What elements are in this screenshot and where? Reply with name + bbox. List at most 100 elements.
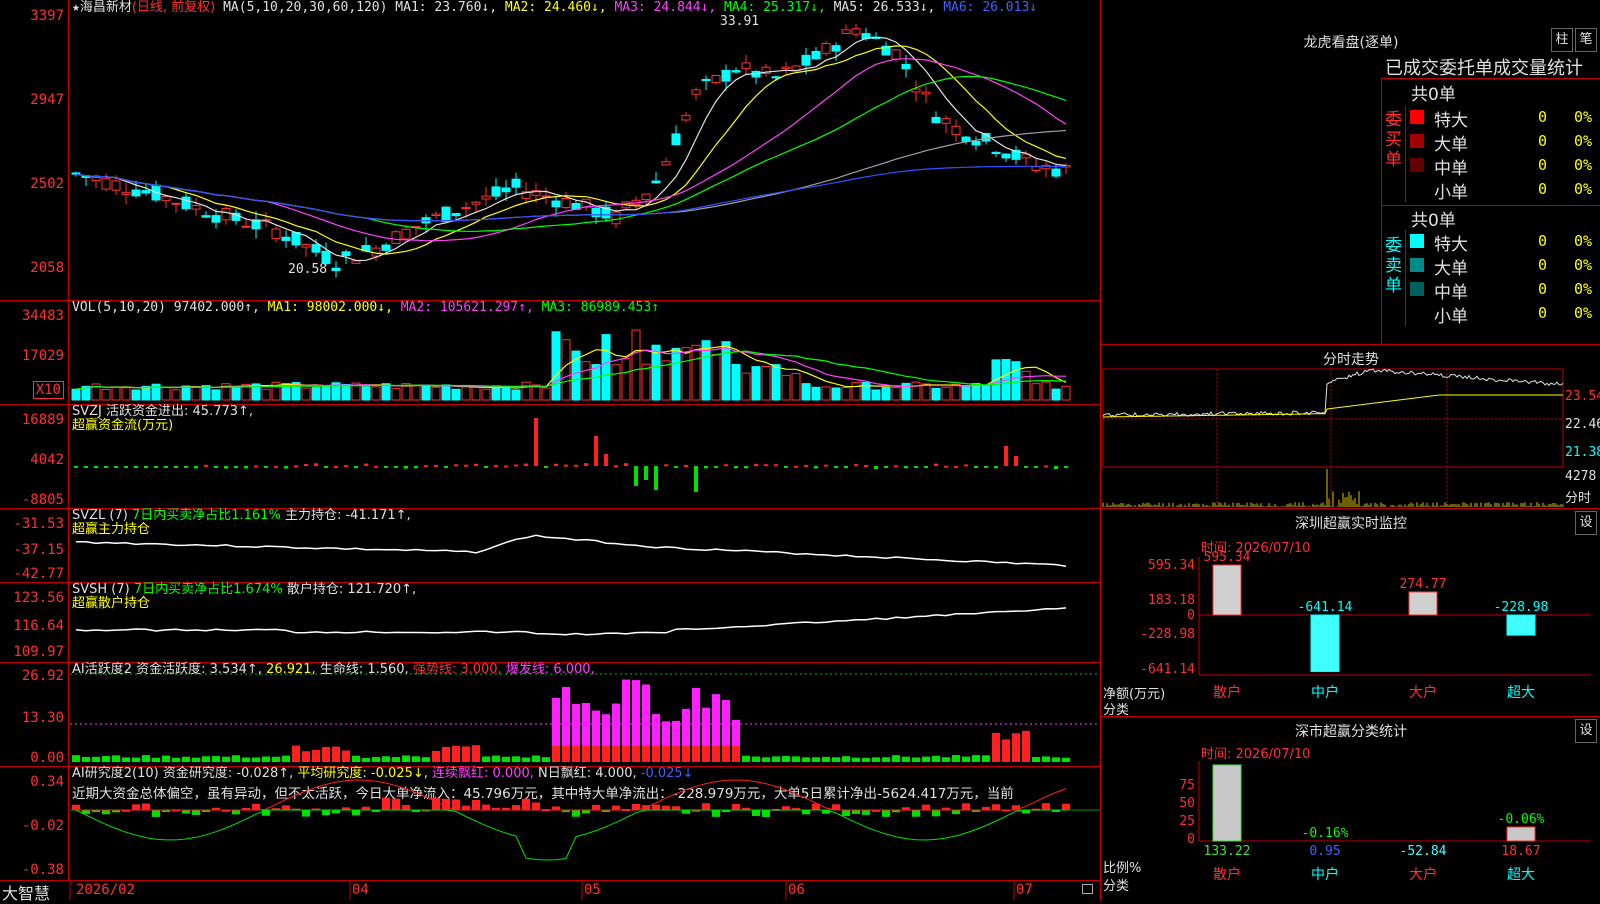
ai-activity-panel[interactable]: 26.92 13.30 0.00 AI活跃度2 资金活跃度: 3.534↑, 2…: [0, 662, 1100, 767]
volume-bar: [381, 383, 391, 401]
sell-row-name: 大单: [1434, 259, 1468, 279]
volume-bar: [811, 386, 821, 401]
volume-bar: [851, 382, 861, 401]
monitor-bar-label: -641.14: [1298, 600, 1353, 615]
volume-bar: [541, 387, 551, 401]
tick-mode-button[interactable]: 笔: [1575, 28, 1597, 52]
buy-row-count: 0: [1538, 132, 1548, 150]
candle-body: [201, 215, 211, 218]
monitor-category: 散户: [1213, 684, 1241, 701]
flow-bar: [434, 465, 438, 468]
activity-bar: [192, 757, 200, 762]
classify-panel[interactable]: 深市超赢分类统计 设 时间: 2026/07/10 比例% 分类 75 50 25 0…: [1100, 716, 1600, 901]
candle-body: [101, 178, 111, 190]
bar-mode-button[interactable]: 柱: [1551, 28, 1573, 52]
svzj-panel[interactable]: 16889 4042 -8805 SVZJ 活跃资金进出: 45.773↑, 超…: [0, 404, 1100, 509]
candle-body: [241, 225, 251, 228]
flow-bar: [524, 463, 528, 466]
flow-bar: [444, 466, 448, 468]
flow-bar: [474, 463, 478, 466]
kline-chart[interactable]: [0, 0, 1100, 300]
flow-bar: [124, 466, 128, 468]
activity-bar: [272, 756, 280, 762]
activity-bar: [782, 755, 790, 762]
volume-bar: [661, 360, 671, 401]
flow-bar: [774, 464, 778, 467]
research-bar: [482, 804, 490, 810]
flow-bar: [704, 466, 708, 469]
classify-pct-label: -0.16%: [1302, 826, 1349, 841]
activity-bar: [442, 746, 450, 762]
flow-bar: [194, 466, 198, 469]
activity-bar: [292, 745, 300, 762]
flow-bar: [454, 464, 458, 467]
classify-chart[interactable]: 75 50 25 0 133.22 散户 -0.16% 0.95 中户 -52.84 大户 -0.06…: [1101, 717, 1600, 901]
volume-bar: [361, 386, 371, 401]
research-bar: [392, 798, 400, 810]
volume-chart[interactable]: [0, 300, 1100, 404]
intraday-panel[interactable]: 分时走势 23.54 22.46 21.38 4278 分时: [1100, 344, 1600, 509]
activity-bar: [982, 755, 990, 762]
svsh-chart[interactable]: [0, 582, 1100, 662]
activity-bar: [112, 755, 120, 762]
candle-body: [181, 196, 191, 210]
flow-bar: [1034, 466, 1038, 468]
intraday-price-line: [1102, 368, 1564, 418]
volume-bar: [711, 353, 721, 401]
sell-row-swatch: [1410, 282, 1424, 296]
buy-row-swatch: [1410, 182, 1424, 196]
volume-bar: [471, 386, 481, 401]
kline-panel[interactable]: 3397 2947 2502 2058 ★海昌新材(日线, 前复权) MA(5,…: [0, 0, 1100, 301]
volume-bar: [801, 383, 811, 401]
activity-bar: [72, 755, 80, 762]
candle-body: [311, 244, 321, 253]
candle-body: [561, 197, 571, 209]
sell-row-swatch: [1410, 234, 1424, 248]
flow-bar: [234, 466, 238, 469]
volume-bar: [771, 364, 781, 401]
svzl-chart[interactable]: [0, 508, 1100, 582]
candle-body: [731, 70, 741, 73]
research-bar: [1062, 803, 1070, 810]
volume-bar: [311, 387, 321, 401]
activity-bar: [1062, 757, 1070, 762]
volume-bar: [421, 384, 431, 401]
monitor-chart[interactable]: 595.34 183.180 -228.98 -641.14 595.34 散户 -641.…: [1101, 509, 1600, 717]
svsh-panel[interactable]: 123.56 116.64 109.97 SVSH (7) 7日内买卖净占比1.…: [0, 582, 1100, 663]
volume-bar: [791, 373, 801, 401]
flow-bar: [104, 466, 108, 468]
svzl-panel[interactable]: -31.53 -37.15 -42.77 SVZL (7) 7日内买卖净占比1.…: [0, 508, 1100, 583]
ai-activity-chart[interactable]: [0, 662, 1100, 766]
activity-bar-base: [662, 746, 670, 762]
flow-bar: [744, 466, 748, 469]
classify-value: 133.22: [1204, 844, 1251, 859]
research-bar: [152, 810, 160, 817]
monitor-bar: [1212, 564, 1242, 616]
volume-panel[interactable]: 34483 17029 X10 VOL(5,10,20) 97402.000↑,…: [0, 300, 1100, 405]
monitor-panel[interactable]: 深圳超赢实时监控 设 时间: 2026/07/10 净额(万元) 分类 595.…: [1100, 508, 1600, 718]
ai-research-chart[interactable]: [0, 766, 1100, 880]
volume-bar: [721, 341, 731, 401]
flow-bar: [284, 466, 288, 469]
research-bar: [862, 810, 870, 815]
intraday-chart[interactable]: [1101, 345, 1600, 509]
lock-icon[interactable]: [1082, 884, 1093, 894]
research-bar: [882, 810, 890, 817]
ai-research-panel[interactable]: 0.34 -0.02 -0.38 AI研究度2(10) 资金研究度: -0.02…: [0, 766, 1100, 881]
activity-bar: [162, 755, 170, 762]
candle-body: [991, 151, 1001, 155]
activity-bar: [452, 745, 460, 762]
flow-bar: [164, 466, 168, 468]
volume-bar: [781, 374, 791, 401]
activity-bar: [232, 755, 240, 762]
activity-bar: [762, 757, 770, 762]
candle-body: [851, 28, 861, 35]
volume-bar: [961, 385, 971, 401]
activity-bar: [412, 756, 420, 762]
candle-body: [891, 49, 901, 60]
lhb-panel[interactable]: 龙虎看盘(逐单) 柱 笔 已成交委托单成交量统计 委买单 委卖单 共0单 共0单: [1100, 0, 1600, 345]
volume-bar: [261, 388, 271, 401]
activity-bar: [1042, 756, 1050, 762]
svzj-chart[interactable]: [0, 404, 1100, 508]
flow-bar: [1064, 466, 1068, 468]
